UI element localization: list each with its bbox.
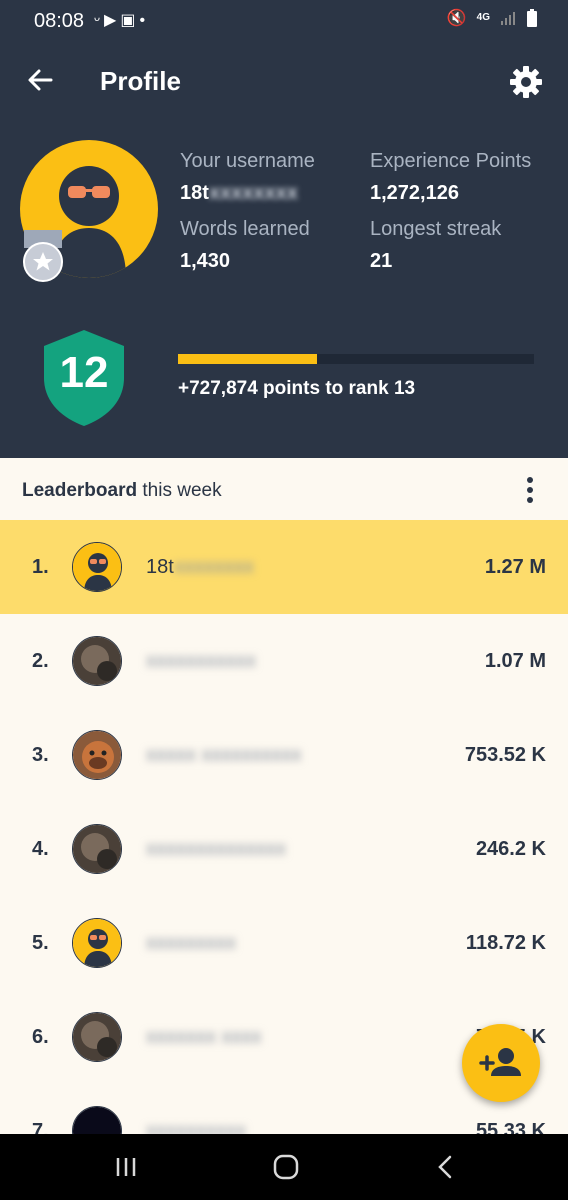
leaderboard-name: xxxxxxx xxxx — [146, 1026, 262, 1049]
avatar — [72, 918, 122, 968]
leaderboard-row[interactable]: 4. xxxxxxxxxxxxxx 246.2 K — [0, 802, 568, 896]
leaderboard-rank: 5. — [32, 932, 49, 954]
leaderboard-name: xxxxxxxxxxx — [146, 650, 256, 673]
leaderboard-score: 118.72 K — [465, 932, 546, 954]
leaderboard-rank: 2. — [32, 650, 49, 672]
dot-icon: • — [139, 12, 150, 29]
youtube-icon: ▶ — [104, 12, 121, 29]
leaderboard-score: 55.33 K — [475, 1120, 546, 1134]
hidden-username: xxxxxxxx — [173, 556, 254, 578]
words-value: 1,430 — [180, 250, 231, 272]
leaderboard-row[interactable]: 3. xxxxx xxxxxxxxxx 753.52 K — [0, 708, 568, 802]
home-icon — [273, 1154, 299, 1180]
leaderboard-rank: 3. — [32, 744, 49, 766]
leaderboard-title: Leaderboard this week — [22, 480, 222, 501]
leaderboard-rank: 4. — [32, 838, 49, 860]
battery-icon — [527, 9, 537, 27]
avatar — [72, 730, 122, 780]
leaderboard-score: 753.52 K — [464, 744, 546, 766]
hidden-username: xxxxxxx xxxx — [146, 1026, 262, 1048]
leaderboard-row[interactable]: 2. xxxxxxxxxxx 1.07 M — [0, 614, 568, 708]
gear-icon — [510, 66, 542, 98]
add-friend-icon — [479, 1048, 521, 1076]
hidden-username: xxxxxxxxxxxxxx — [146, 838, 286, 860]
leaderboard-name: xxxxx xxxxxxxxxx — [146, 744, 302, 767]
more-vertical-icon — [527, 477, 533, 503]
streak-value: 21 — [370, 250, 393, 272]
arrow-left-icon — [28, 69, 53, 91]
voicemail-icon: ᵕ — [94, 12, 105, 29]
settings-button[interactable] — [506, 62, 546, 102]
status-time: 08:08 — [34, 10, 85, 32]
recents-icon — [116, 1158, 136, 1176]
app-bar: Profile — [0, 44, 568, 122]
network-4g-icon: 4G — [476, 12, 490, 23]
hidden-username: xxxxx xxxxxxxxxx — [146, 744, 302, 766]
avatar — [72, 542, 122, 592]
leaderboard-rank: 1. — [32, 556, 49, 578]
leaderboard-header: Leaderboard this week — [0, 458, 568, 520]
leaderboard-row[interactable]: 1. 18txxxxxxxx 1.27 M — [0, 520, 568, 614]
hidden-username: xxxxxxxxx — [146, 932, 236, 954]
system-icons: 🔇 4G — [447, 8, 538, 28]
home-button[interactable] — [266, 1150, 306, 1184]
signal-icon — [501, 12, 515, 25]
profile-summary: Your username 18txxxxxxxx Experience Poi… — [0, 122, 568, 458]
hidden-username: xxxxxxxxxx — [146, 1120, 246, 1134]
recents-button[interactable] — [106, 1150, 146, 1184]
xp-label: Experience Points — [370, 150, 532, 172]
streak-label: Longest streak — [370, 218, 502, 240]
leaderboard-row[interactable]: 5. xxxxxxxxx 118.72 K — [0, 896, 568, 990]
xp-value: 1,272,126 — [370, 182, 459, 204]
username-label: Your username — [180, 150, 315, 172]
page-title: Profile — [100, 66, 181, 96]
back-chevron-icon — [438, 1155, 452, 1179]
leaderboard-rank: 7. — [32, 1120, 49, 1134]
leaderboard-name: 18txxxxxxxx — [146, 556, 254, 578]
notification-icons: ᵕ▶▣• — [94, 10, 149, 30]
twitch-icon: ▣ — [120, 12, 140, 29]
username-value: 18txxxxxxxx — [180, 182, 298, 204]
add-friend-button[interactable] — [462, 1024, 540, 1102]
leaderboard-rank: 6. — [32, 1026, 49, 1048]
rank-progress-text: +727,874 points to rank 13 — [178, 378, 416, 399]
leaderboard-score: 246.2 K — [475, 838, 546, 860]
medal-icon — [23, 230, 63, 282]
leaderboard-menu-button[interactable] — [518, 474, 542, 506]
leaderboard-score: 1.27 M — [484, 556, 546, 578]
leaderboard-name: xxxxxxxxxxxxxx — [146, 838, 286, 861]
avatar — [72, 1012, 122, 1062]
system-nav-bar — [0, 1134, 568, 1200]
nav-back-button[interactable] — [426, 1150, 466, 1184]
rank-number: 12 — [59, 348, 109, 397]
status-bar: 08:08 ᵕ▶▣• 🔇 4G — [0, 0, 568, 44]
leaderboard-score: 1.07 M — [484, 650, 546, 672]
avatar — [72, 824, 122, 874]
mute-icon: 🔇 — [446, 10, 467, 27]
rank-progress-bar — [178, 354, 534, 364]
leaderboard-name: xxxxxxxxxx — [146, 1120, 246, 1134]
avatar — [72, 636, 122, 686]
leaderboard-name: xxxxxxxxx — [146, 932, 236, 955]
username-hidden: xxxxxxxx — [208, 182, 298, 204]
hidden-username: xxxxxxxxxxx — [146, 650, 256, 672]
rank-progress-fill — [178, 354, 317, 364]
avatar — [72, 1106, 122, 1134]
words-label: Words learned — [180, 218, 310, 240]
back-button[interactable] — [22, 60, 58, 100]
